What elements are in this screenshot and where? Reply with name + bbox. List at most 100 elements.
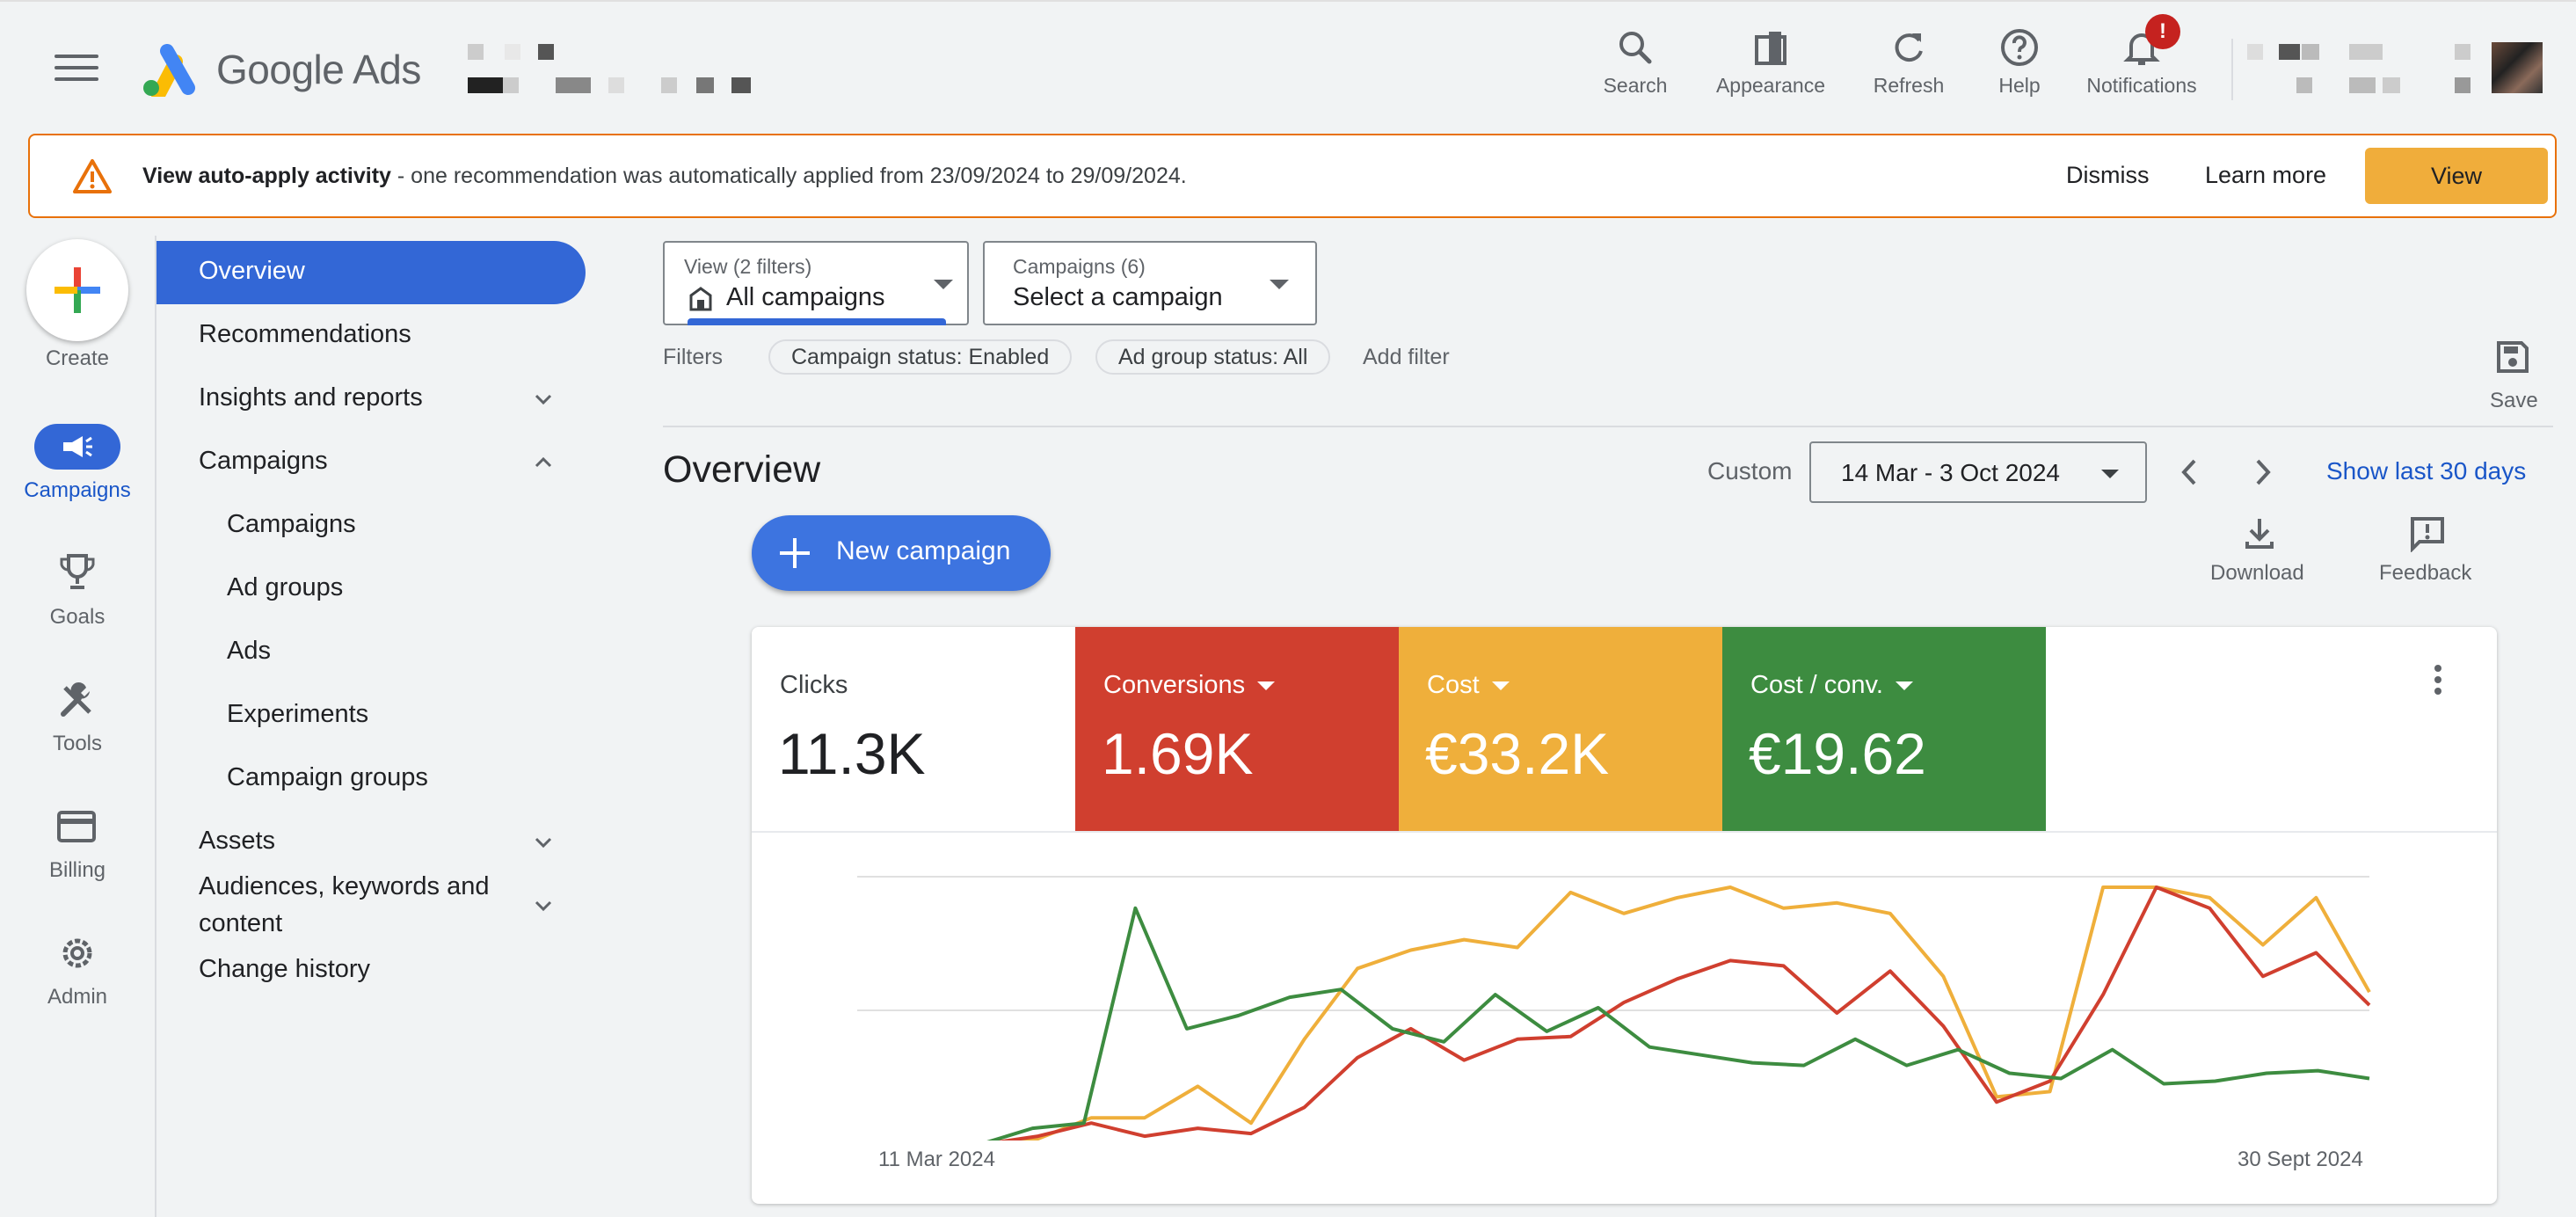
- series-line-cost: [1002, 885, 2371, 1140]
- learn-more-button[interactable]: Learn more: [2205, 162, 2326, 189]
- metric-cost[interactable]: Cost €33.2K: [1399, 627, 1722, 831]
- chevron-down-icon[interactable]: [533, 832, 554, 853]
- chevron-right-icon[interactable]: [2249, 457, 2275, 487]
- tools-label[interactable]: Tools: [0, 732, 155, 756]
- chevron-left-icon[interactable]: [2177, 457, 2203, 487]
- date-range-value: 14 Mar - 3 Oct 2024: [1841, 459, 2061, 486]
- admin-label[interactable]: Admin: [0, 985, 155, 1009]
- billing-label[interactable]: Billing: [0, 858, 155, 883]
- trophy-icon[interactable]: [58, 552, 97, 591]
- filter-chip-campaign-status[interactable]: Campaign status: Enabled: [768, 339, 1073, 375]
- date-range-picker[interactable]: 14 Mar - 3 Oct 2024: [1809, 441, 2147, 503]
- nav-item-recommendations[interactable]: Recommendations: [199, 320, 411, 349]
- appearance-icon: [1755, 32, 1786, 65]
- custom-label: Custom: [1707, 457, 1793, 485]
- banner-message: View auto-apply activity - one recommend…: [142, 164, 1187, 189]
- rail-divider: [155, 236, 156, 1217]
- metric-cost-per-conv[interactable]: Cost / conv. €19.62: [1722, 627, 2046, 831]
- new-campaign-label: New campaign: [836, 536, 1011, 565]
- metric-clicks[interactable]: Clicks 11.3K: [752, 627, 1075, 831]
- view-filter-dropdown[interactable]: View (2 filters) All campaigns: [663, 241, 969, 325]
- avatar[interactable]: [2492, 42, 2543, 93]
- refresh-icon: [1895, 33, 1923, 62]
- metric-value: €19.62: [1749, 721, 1926, 786]
- new-campaign-button[interactable]: New campaign: [752, 515, 1051, 591]
- warning-icon: [73, 159, 112, 193]
- plus-icon: [780, 538, 810, 568]
- campaign-selector-value: Select a campaign: [1013, 283, 1223, 311]
- show-last-30-days-link[interactable]: Show last 30 days: [2326, 457, 2526, 485]
- menu-icon[interactable]: [55, 55, 98, 90]
- campaign-selector-label: Campaigns (6): [1013, 255, 1146, 278]
- header-divider: [2231, 39, 2233, 100]
- view-filter-label: View (2 filters): [684, 255, 812, 278]
- dropdown-arrow-icon: [934, 280, 953, 289]
- notification-badge: !: [2145, 14, 2180, 49]
- nav-subitem-campaign-groups[interactable]: Campaign groups: [227, 763, 428, 792]
- chevron-down-icon[interactable]: [533, 895, 554, 916]
- view-button[interactable]: View: [2365, 148, 2548, 204]
- filter-divider: [663, 426, 2553, 427]
- download-button[interactable]: Download: [2210, 561, 2304, 586]
- create-button[interactable]: [26, 239, 128, 341]
- store-icon: [689, 287, 712, 311]
- download-icon[interactable]: [2244, 515, 2275, 550]
- save-icon[interactable]: [2495, 339, 2530, 375]
- line-chart: [857, 876, 2371, 1140]
- metric-label: Conversions: [1103, 671, 1246, 699]
- nav-subitem-ad-groups[interactable]: Ad groups: [227, 573, 343, 602]
- filter-chip-ad-group-status[interactable]: Ad group status: All: [1095, 339, 1331, 375]
- tools-icon[interactable]: [58, 681, 97, 719]
- nav-subitem-experiments[interactable]: Experiments: [227, 700, 368, 729]
- performance-card: Clicks 11.3K Conversions 1.69K Cost €33.…: [752, 627, 2497, 1204]
- nav-item-campaigns[interactable]: Campaigns: [199, 447, 328, 476]
- nav-subitem-campaigns[interactable]: Campaigns: [227, 510, 356, 539]
- campaign-selector-dropdown[interactable]: Campaigns (6) Select a campaign: [983, 241, 1317, 325]
- save-button[interactable]: Save: [2490, 389, 2538, 413]
- page-title: Overview: [663, 448, 821, 491]
- nav-item-change-history[interactable]: Change history: [199, 955, 370, 984]
- feedback-icon[interactable]: [2409, 515, 2446, 552]
- chevron-up-icon[interactable]: [533, 452, 554, 473]
- megaphone-icon: [63, 436, 92, 457]
- campaigns-rail-label[interactable]: Campaigns: [0, 478, 155, 503]
- nav-item-overview-label[interactable]: Overview: [199, 257, 305, 286]
- goals-label[interactable]: Goals: [0, 605, 155, 630]
- dropdown-arrow-icon: [1491, 681, 1510, 691]
- refresh-button[interactable]: Refresh: [1869, 26, 1948, 106]
- dropdown-arrow-icon: [2101, 470, 2119, 478]
- nav-item-audiences-line1[interactable]: Audiences, keywords and: [199, 872, 489, 901]
- metric-label: Clicks: [780, 671, 848, 699]
- billing-icon[interactable]: [56, 809, 97, 844]
- dismiss-button[interactable]: Dismiss: [2066, 162, 2150, 189]
- view-filter-value: All campaigns: [726, 283, 885, 311]
- nav-subitem-ads[interactable]: Ads: [227, 637, 271, 666]
- plus-icon: [55, 267, 100, 313]
- active-filter-indicator: [688, 318, 946, 325]
- metric-label: Cost: [1427, 671, 1480, 699]
- metric-value: 1.69K: [1102, 721, 1254, 786]
- filters-label: Filters: [663, 345, 724, 369]
- chevron-down-icon[interactable]: [533, 389, 554, 410]
- metric-value: 11.3K: [778, 721, 926, 786]
- nav-item-audiences-line2[interactable]: content: [199, 909, 282, 938]
- google-ads-logo: [143, 44, 195, 97]
- campaigns-rail-button[interactable]: [34, 424, 120, 470]
- dropdown-arrow-icon: [1895, 681, 1913, 691]
- notifications-button[interactable]: Notifications: [2077, 26, 2207, 106]
- search-button[interactable]: Search: [1598, 26, 1672, 106]
- auto-apply-banner: View auto-apply activity - one recommend…: [28, 134, 2557, 218]
- feedback-button[interactable]: Feedback: [2379, 561, 2471, 586]
- appearance-button[interactable]: Appearance: [1709, 26, 1832, 106]
- gear-icon[interactable]: [58, 934, 97, 973]
- metric-value: €33.2K: [1425, 721, 1610, 786]
- add-filter-button[interactable]: Add filter: [1363, 345, 1450, 370]
- help-button[interactable]: Help: [1992, 26, 2047, 106]
- nav-item-assets[interactable]: Assets: [199, 827, 275, 856]
- metric-label: Cost / conv.: [1750, 671, 1883, 699]
- nav-item-insights[interactable]: Insights and reports: [199, 383, 423, 412]
- banner-message-bold[interactable]: View auto-apply activity: [142, 164, 391, 188]
- more-vert-icon[interactable]: [2433, 664, 2443, 696]
- search-icon: [1619, 32, 1652, 64]
- metric-conversions[interactable]: Conversions 1.69K: [1075, 627, 1399, 831]
